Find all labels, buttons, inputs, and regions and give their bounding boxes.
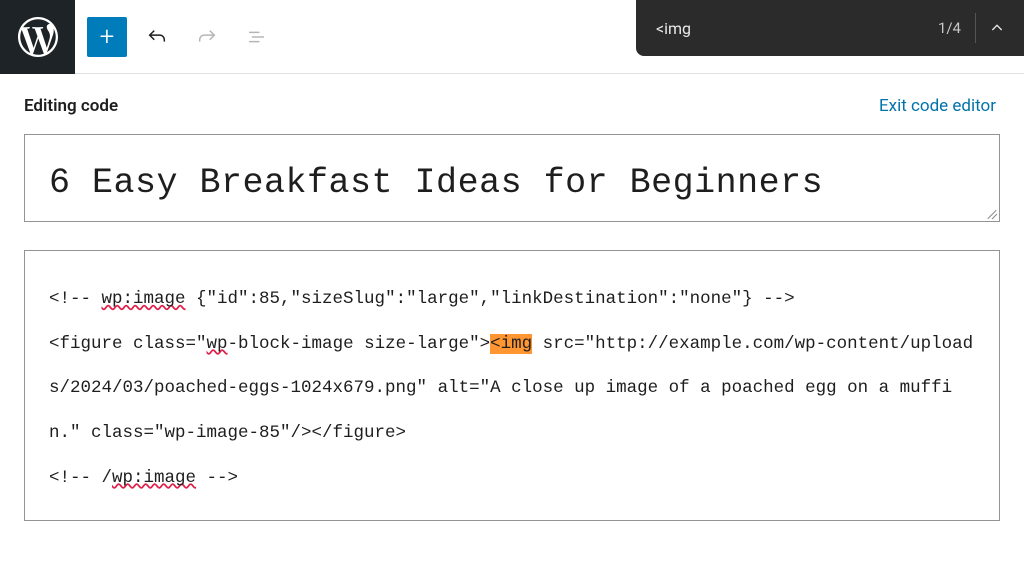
find-divider xyxy=(975,13,976,43)
post-title-text: 6 Easy Breakfast Ideas for Beginners xyxy=(49,163,823,203)
outline-icon xyxy=(246,26,268,48)
code-editor-subheader: Editing code Exit code editor xyxy=(0,74,1024,134)
exit-code-editor-link[interactable]: Exit code editor xyxy=(879,96,996,116)
resize-handle[interactable] xyxy=(983,205,997,219)
add-block-button[interactable]: + xyxy=(87,17,127,57)
post-title-input[interactable]: 6 Easy Breakfast Ideas for Beginners xyxy=(24,134,1000,222)
document-outline-button[interactable] xyxy=(237,17,277,57)
undo-button[interactable] xyxy=(137,17,177,57)
editing-code-label: Editing code xyxy=(24,96,118,116)
find-in-page-bar: <img 1/4 xyxy=(636,0,1024,56)
code-line: <figure class="wp-block-image size-large… xyxy=(49,322,975,456)
find-query-text[interactable]: <img xyxy=(656,19,926,38)
chevron-up-icon xyxy=(989,20,1005,36)
plus-icon: + xyxy=(100,24,115,50)
wordpress-logo[interactable] xyxy=(0,0,75,74)
find-result-count: 1/4 xyxy=(926,19,973,37)
code-line: <!-- wp:image {"id":85,"sizeSlug":"large… xyxy=(49,277,975,322)
find-previous-button[interactable] xyxy=(978,9,1016,47)
post-content-code-editor[interactable]: <!-- wp:image {"id":85,"sizeSlug":"large… xyxy=(24,250,1000,521)
redo-button[interactable] xyxy=(187,17,227,57)
wordpress-logo-icon xyxy=(18,17,58,57)
undo-icon xyxy=(146,26,168,48)
code-line: <!-- /wp:image --> xyxy=(49,456,975,501)
redo-icon xyxy=(196,26,218,48)
find-match-highlight: <img xyxy=(490,334,532,354)
